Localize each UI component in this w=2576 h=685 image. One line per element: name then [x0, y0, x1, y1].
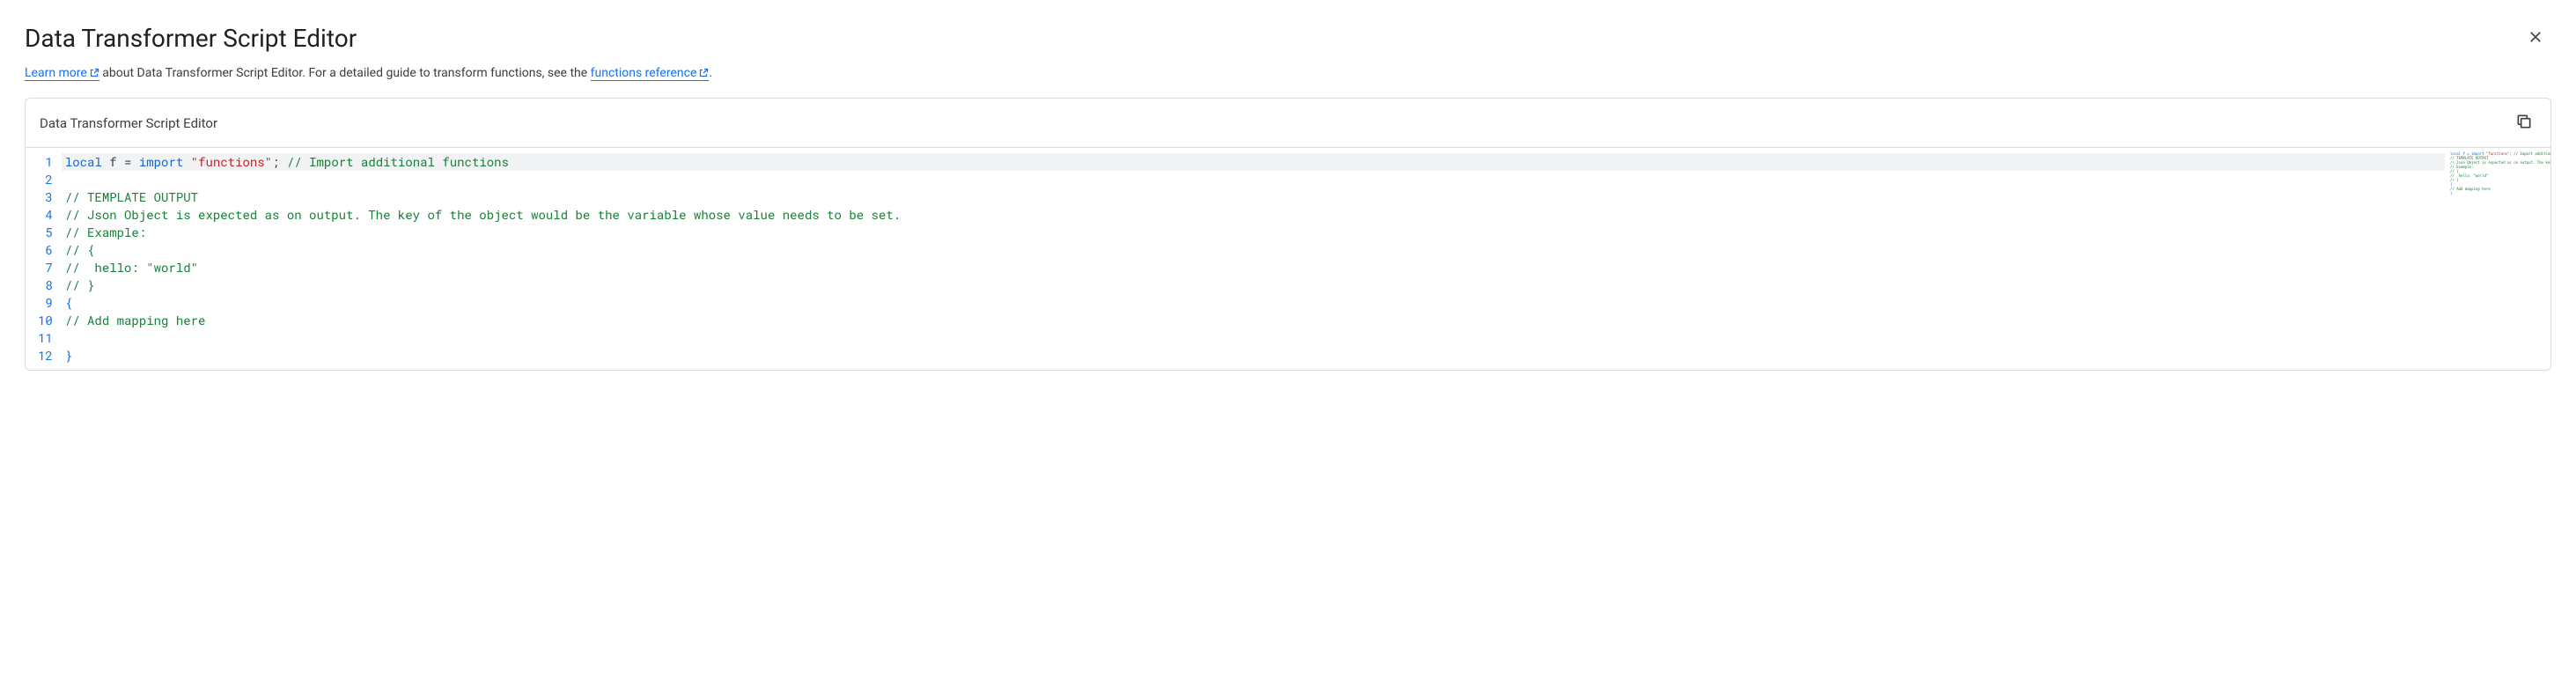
code-line[interactable]: }	[62, 347, 2445, 365]
learn-more-link[interactable]: Learn more	[25, 66, 99, 81]
line-gutter: 123456789101112	[26, 148, 62, 370]
line-number: 5	[38, 224, 53, 241]
subtitle-end: .	[709, 66, 712, 80]
panel-header: Data Transformer Script Editor	[26, 99, 2550, 148]
panel-title: Data Transformer Script Editor	[40, 115, 217, 131]
line-number: 9	[38, 294, 53, 312]
subtitle: Learn more about Data Transformer Script…	[25, 66, 2551, 80]
line-number: 2	[38, 171, 53, 188]
code-editor[interactable]: 123456789101112 local f = import "functi…	[26, 148, 2445, 370]
subtitle-mid: about Data Transformer Script Editor. Fo…	[99, 66, 591, 80]
code-line[interactable]: {	[62, 294, 2445, 312]
close-icon	[2527, 28, 2544, 48]
copy-icon	[2515, 113, 2533, 133]
code-line[interactable]: // }	[62, 276, 2445, 294]
code-minimap[interactable]: local f = import "functions"; // Import …	[2445, 148, 2550, 370]
functions-reference-link[interactable]: functions reference	[591, 66, 710, 81]
code-line[interactable]: // Json Object is expected as on output.…	[62, 206, 2445, 224]
line-number: 6	[38, 241, 53, 259]
line-number: 10	[38, 312, 53, 329]
line-number: 8	[38, 276, 53, 294]
code-line[interactable]: // Add mapping here	[62, 312, 2445, 329]
code-line[interactable]: // hello: "world"	[62, 259, 2445, 276]
code-line[interactable]: // {	[62, 241, 2445, 259]
external-link-icon	[89, 68, 99, 78]
code-line[interactable]: local f = import "functions"; // Import …	[62, 153, 2445, 171]
line-number: 1	[38, 153, 53, 171]
learn-more-text: Learn more	[25, 66, 87, 80]
page-title: Data Transformer Script Editor	[25, 24, 357, 53]
close-button[interactable]	[2520, 21, 2551, 55]
line-number: 12	[38, 347, 53, 365]
editor-panel: Data Transformer Script Editor 123456789…	[25, 98, 2551, 371]
code-line[interactable]: // Example:	[62, 224, 2445, 241]
code-line[interactable]	[62, 329, 2445, 347]
code-line[interactable]: // TEMPLATE OUTPUT	[62, 188, 2445, 206]
line-number: 11	[38, 329, 53, 347]
line-number: 4	[38, 206, 53, 224]
external-link-icon	[698, 68, 709, 78]
line-number: 3	[38, 188, 53, 206]
code-line[interactable]	[62, 171, 2445, 188]
functions-ref-text: functions reference	[591, 66, 697, 80]
code-content[interactable]: local f = import "functions"; // Import …	[62, 148, 2445, 370]
copy-button[interactable]	[2512, 109, 2536, 136]
editor-body: 123456789101112 local f = import "functi…	[26, 148, 2550, 370]
line-number: 7	[38, 259, 53, 276]
